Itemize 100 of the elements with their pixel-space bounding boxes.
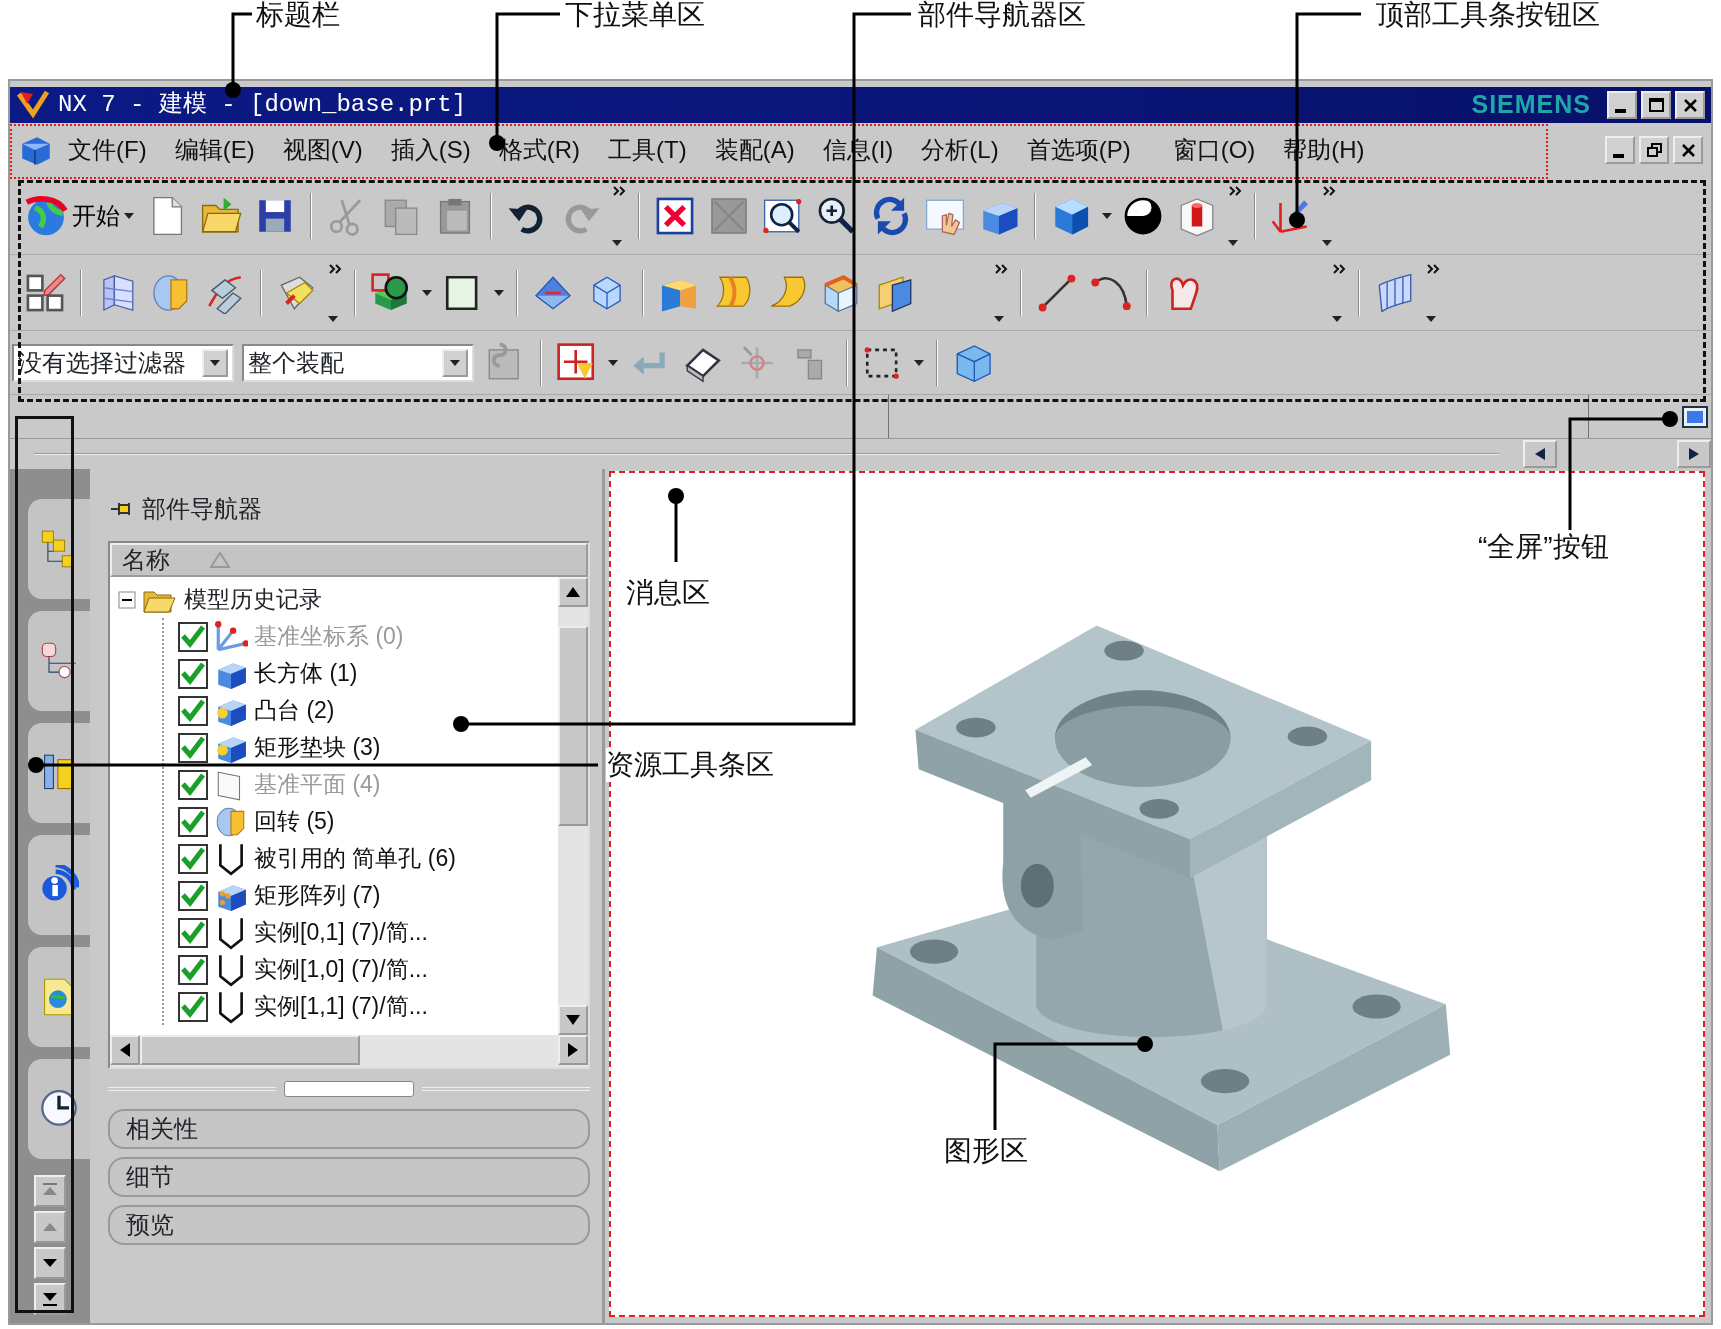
dropdown-caret-icon[interactable]: [914, 359, 924, 366]
scroll-top-button[interactable]: [34, 1175, 66, 1207]
collapsed-panel[interactable]: 预览: [108, 1205, 590, 1245]
scroll-left-button[interactable]: [1523, 440, 1557, 468]
left-arrow-icon: [120, 1043, 130, 1057]
dropdown-caret-icon[interactable]: [1228, 240, 1238, 246]
close-button[interactable]: [1673, 136, 1703, 164]
tree-item-label[interactable]: 矩形垫块 (3): [254, 730, 381, 765]
dropdown-button[interactable]: [442, 348, 468, 377]
dropdown-caret-icon[interactable]: [612, 240, 622, 246]
scroll-right-button[interactable]: [558, 1035, 588, 1065]
resource-tab[interactable]: [28, 947, 90, 1047]
more-icon[interactable]: [612, 185, 626, 197]
brand-logo: SIEMENS: [1471, 89, 1591, 121]
callout-label: 下拉菜单区: [565, 0, 705, 32]
dropdown-caret-icon[interactable]: [1102, 212, 1112, 219]
resource-tab[interactable]: [28, 835, 90, 935]
checkbox[interactable]: [178, 991, 208, 1022]
tree-item-label: 模型历史记录: [184, 585, 322, 615]
checkbox[interactable]: [178, 769, 208, 800]
tree-item-label[interactable]: 实例[1,1] (7)/简...: [254, 989, 428, 1024]
resource-tab[interactable]: [28, 499, 90, 599]
more-icon[interactable]: [1332, 263, 1346, 275]
maximize-button[interactable]: [1641, 91, 1671, 119]
maximize-icon: [1647, 96, 1665, 114]
tree-item-label[interactable]: 实例[1,0] (7)/简...: [254, 952, 428, 987]
minimize-button[interactable]: [1607, 91, 1637, 119]
scrollbar-thumb[interactable]: [140, 1035, 360, 1065]
more-icon[interactable]: [994, 263, 1008, 275]
menu-item[interactable]: 分析(L): [907, 132, 1013, 168]
dropdown-caret-icon[interactable]: [1322, 240, 1332, 246]
scroll-down-button[interactable]: [34, 1247, 66, 1279]
checkbox[interactable]: [178, 658, 208, 689]
restore-button[interactable]: [1639, 136, 1669, 164]
resource-tab[interactable]: [28, 611, 90, 711]
menu-item[interactable]: 插入(S): [376, 132, 485, 168]
right-arrow-icon: [568, 1043, 578, 1057]
tree-item-label[interactable]: 凸台 (2): [254, 693, 335, 728]
column-header[interactable]: 名称: [110, 543, 588, 577]
tree-item-label[interactable]: 长方体 (1): [254, 656, 358, 691]
checkbox[interactable]: [178, 732, 208, 763]
close-icon: [1679, 141, 1697, 159]
more-icon[interactable]: [328, 263, 342, 275]
resource-tab[interactable]: [28, 1059, 90, 1159]
collapsed-panel[interactable]: 相关性: [108, 1109, 590, 1149]
more-icon[interactable]: [1228, 185, 1242, 197]
menu-item[interactable]: 工具(T): [594, 132, 701, 168]
menu-item[interactable]: 编辑(E): [160, 132, 269, 168]
dropdown-caret-icon[interactable]: [994, 316, 1004, 322]
checkbox[interactable]: [178, 880, 208, 911]
right-arrow-icon: [1689, 448, 1699, 460]
checkbox[interactable]: [178, 695, 208, 726]
menu-item[interactable]: 文件(F): [54, 132, 161, 168]
scroll-bottom-button[interactable]: [34, 1283, 66, 1315]
dropdown-button[interactable]: [202, 348, 228, 377]
dropdown-caret-icon[interactable]: [1426, 316, 1436, 322]
checkbox[interactable]: [178, 806, 208, 837]
checkbox[interactable]: [178, 843, 208, 874]
dropdown-caret-icon[interactable]: [494, 289, 504, 296]
tree-item-label[interactable]: 被引用的 简单孔 (6): [254, 841, 456, 876]
resource-tab[interactable]: [28, 723, 90, 823]
panel-title: 部件导航器: [142, 494, 262, 524]
splitter-handle[interactable]: [284, 1081, 414, 1097]
restore-icon: [1645, 141, 1663, 159]
checkbox[interactable]: [178, 954, 208, 985]
dropdown-field[interactable]: 整个装配: [242, 343, 474, 382]
collapsed-panel[interactable]: 细节: [108, 1157, 590, 1197]
collapse-toggle-icon[interactable]: [118, 590, 136, 609]
clock-icon: [39, 1089, 79, 1129]
menu-item[interactable]: 格式(R): [484, 132, 594, 168]
start-button[interactable]: 开始: [22, 191, 136, 240]
dropdown-caret-icon: [124, 212, 134, 219]
tree-item-label[interactable]: 回转 (5): [254, 804, 335, 839]
dropdown-caret-icon[interactable]: [608, 359, 618, 366]
tree-item-label[interactable]: 实例[0,1] (7)/简...: [254, 915, 428, 950]
sketch-icon: [24, 271, 66, 314]
menu-item[interactable]: 装配(A): [700, 132, 809, 168]
menu-item[interactable]: 窗口(O): [1158, 132, 1270, 168]
close-icon: [1681, 96, 1699, 114]
dropdown-caret-icon[interactable]: [422, 289, 432, 296]
dropdown-caret-icon[interactable]: [328, 316, 338, 322]
close-button[interactable]: [1675, 91, 1705, 119]
scrollbar-thumb[interactable]: [558, 626, 588, 826]
more-icon[interactable]: [1426, 263, 1440, 275]
minimize-button[interactable]: [1605, 136, 1635, 164]
checkbox[interactable]: [178, 917, 208, 948]
minimize-icon: [1614, 109, 1626, 113]
dropdown-caret-icon[interactable]: [1332, 316, 1342, 322]
minimize-icon: [1612, 154, 1624, 158]
menu-item[interactable]: 视图(V): [268, 132, 377, 168]
checkbox[interactable]: [178, 621, 208, 652]
menu-item[interactable]: 首选项(P): [1012, 132, 1145, 168]
tree-item-label[interactable]: 矩形阵列 (7): [254, 878, 381, 913]
scroll-right-button[interactable]: [1677, 440, 1711, 468]
scroll-down-button[interactable]: [558, 1005, 588, 1035]
scroll-left-button[interactable]: [110, 1035, 140, 1065]
part-tree-icon: [39, 641, 79, 681]
more-icon[interactable]: [1322, 185, 1336, 197]
globe-icon: [24, 193, 68, 238]
scroll-up-button[interactable]: [558, 577, 588, 607]
